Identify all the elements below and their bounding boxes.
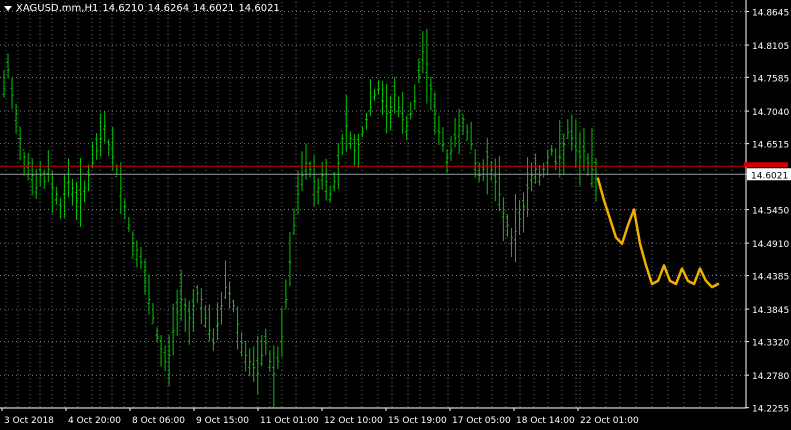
symbol-menu-icon[interactable] [4, 5, 12, 11]
x-tick-label: 18 Oct 14:00 [516, 416, 575, 426]
y-tick-label: 14.5450 [752, 207, 789, 217]
y-tick-label: 14.7040 [752, 108, 789, 118]
y-tick-label: 14.3845 [752, 306, 789, 316]
y-tick-label: 14.8105 [752, 42, 789, 52]
chart-background [0, 0, 791, 430]
y-tick-label: 14.4385 [752, 273, 789, 283]
open-value: 14.6210 [102, 3, 144, 14]
low-value: 14.6021 [193, 3, 235, 14]
y-tick-label: 14.6515 [752, 141, 789, 151]
y-tick-label: 14.3320 [752, 339, 789, 349]
close-value: 14.6021 [238, 3, 280, 14]
x-tick-label: 22 Oct 01:00 [580, 416, 639, 426]
high-value: 14.6264 [147, 3, 190, 14]
y-tick-label: 14.2780 [752, 372, 789, 382]
chart-header: XAGUSD.mm,H1 14.6210 14.6264 14.6021 14.6021 [4, 3, 284, 14]
x-tick-label: 4 Oct 20:00 [68, 416, 121, 426]
x-tick-label: 12 Oct 10:00 [324, 416, 383, 426]
x-tick-label: 17 Oct 05:00 [452, 416, 511, 426]
y-tick-label: 14.7585 [752, 74, 789, 84]
current-price-label: 14.6021 [751, 171, 788, 181]
x-tick-label: 8 Oct 06:00 [132, 416, 185, 426]
red-level-marker [744, 162, 788, 168]
x-tick-label: 3 Oct 2018 [4, 416, 54, 426]
symbol-label: XAGUSD.mm,H1 [16, 3, 99, 14]
x-tick-label: 11 Oct 01:00 [260, 416, 319, 426]
x-tick-label: 15 Oct 19:00 [388, 416, 447, 426]
y-tick-label: 14.8645 [752, 9, 789, 19]
y-tick-label: 14.2255 [752, 405, 789, 415]
price-chart[interactable]: 14.8645 14.8105 14.7585 14.7040 14.6515 14.60… [0, 0, 791, 430]
x-tick-label: 9 Oct 15:00 [196, 416, 249, 426]
y-tick-label: 14.4910 [752, 240, 789, 250]
